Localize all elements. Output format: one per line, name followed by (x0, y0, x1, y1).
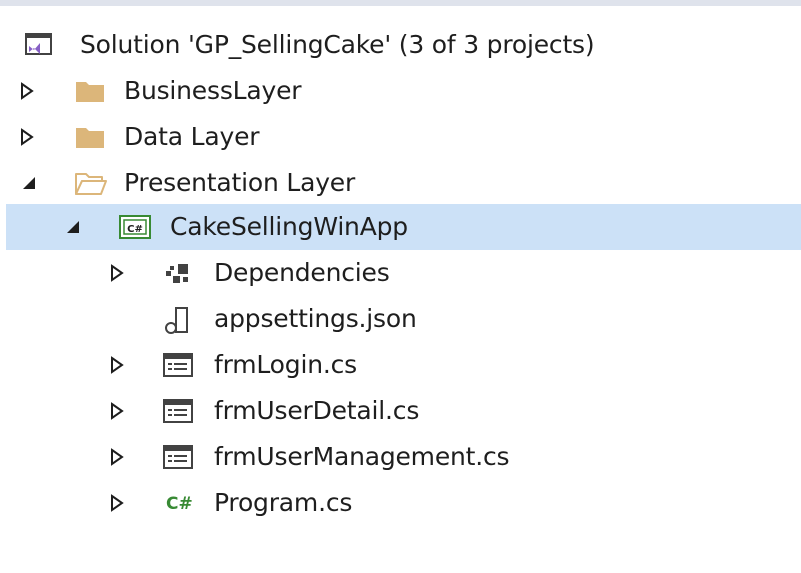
expand-arrow-icon[interactable] (110, 250, 130, 296)
dependencies-icon (162, 259, 190, 287)
tree-item-label: CakeSellingWinApp (170, 212, 408, 241)
tree-item-frmuserdetail[interactable]: frmUserDetail.cs (6, 388, 801, 434)
expand-arrow-icon[interactable] (110, 388, 130, 434)
tree-item-program[interactable]: C# Program.cs (6, 480, 801, 526)
form-icon (162, 351, 193, 379)
solution-node[interactable]: Solution 'GP_SellingCake' (3 of 3 projec… (6, 22, 801, 68)
json-file-icon (162, 305, 190, 334)
tree-item-frmlogin[interactable]: frmLogin.cs (6, 342, 801, 388)
tree-item-label: frmUserManagement.cs (214, 442, 510, 471)
tree-item-label: Presentation Layer (124, 168, 356, 197)
svg-text:C#: C# (127, 224, 143, 235)
svg-text:C#: C# (166, 494, 193, 514)
csharp-file-icon: C# (166, 491, 194, 519)
expand-arrow-icon[interactable] (110, 434, 130, 480)
expand-arrow-icon[interactable] (20, 68, 40, 114)
solution-label: Solution 'GP_SellingCake' (3 of 3 projec… (80, 30, 595, 59)
collapse-arrow-icon[interactable] (64, 204, 84, 250)
solution-icon (24, 32, 52, 60)
tree-item-dependencies[interactable]: Dependencies (6, 250, 801, 296)
tree-item-label: Dependencies (214, 258, 390, 287)
tree-item-data-layer[interactable]: Data Layer (6, 114, 801, 160)
folder-icon (74, 123, 104, 151)
tree-item-frmusermanagement[interactable]: frmUserManagement.cs (6, 434, 801, 480)
tree-item-business-layer[interactable]: BusinessLayer (6, 68, 801, 114)
tree-item-label: frmUserDetail.cs (214, 396, 420, 425)
form-icon (162, 443, 193, 471)
tree-item-appsettings[interactable]: appsettings.json (6, 296, 801, 342)
collapse-arrow-icon[interactable] (20, 160, 40, 206)
expand-arrow-icon[interactable] (20, 114, 40, 160)
solution-explorer-tree: Solution 'GP_SellingCake' (3 of 3 projec… (0, 0, 801, 573)
tree-item-label: Data Layer (124, 122, 260, 151)
tree-item-label: Program.cs (214, 488, 353, 517)
form-icon (162, 397, 193, 425)
tree-item-label: appsettings.json (214, 304, 417, 333)
tree-item-presentation-layer[interactable]: Presentation Layer (6, 160, 801, 206)
tree-item-label: frmLogin.cs (214, 350, 357, 379)
folder-icon (74, 77, 104, 105)
tree-item-cakesellingwinapp[interactable]: C# CakeSellingWinApp (6, 204, 801, 250)
tree-item-label: BusinessLayer (124, 76, 302, 105)
expand-arrow-icon[interactable] (110, 342, 130, 388)
expand-arrow-icon[interactable] (110, 480, 130, 526)
csharp-project-icon: C# (118, 213, 151, 241)
folder-open-icon (74, 169, 107, 197)
